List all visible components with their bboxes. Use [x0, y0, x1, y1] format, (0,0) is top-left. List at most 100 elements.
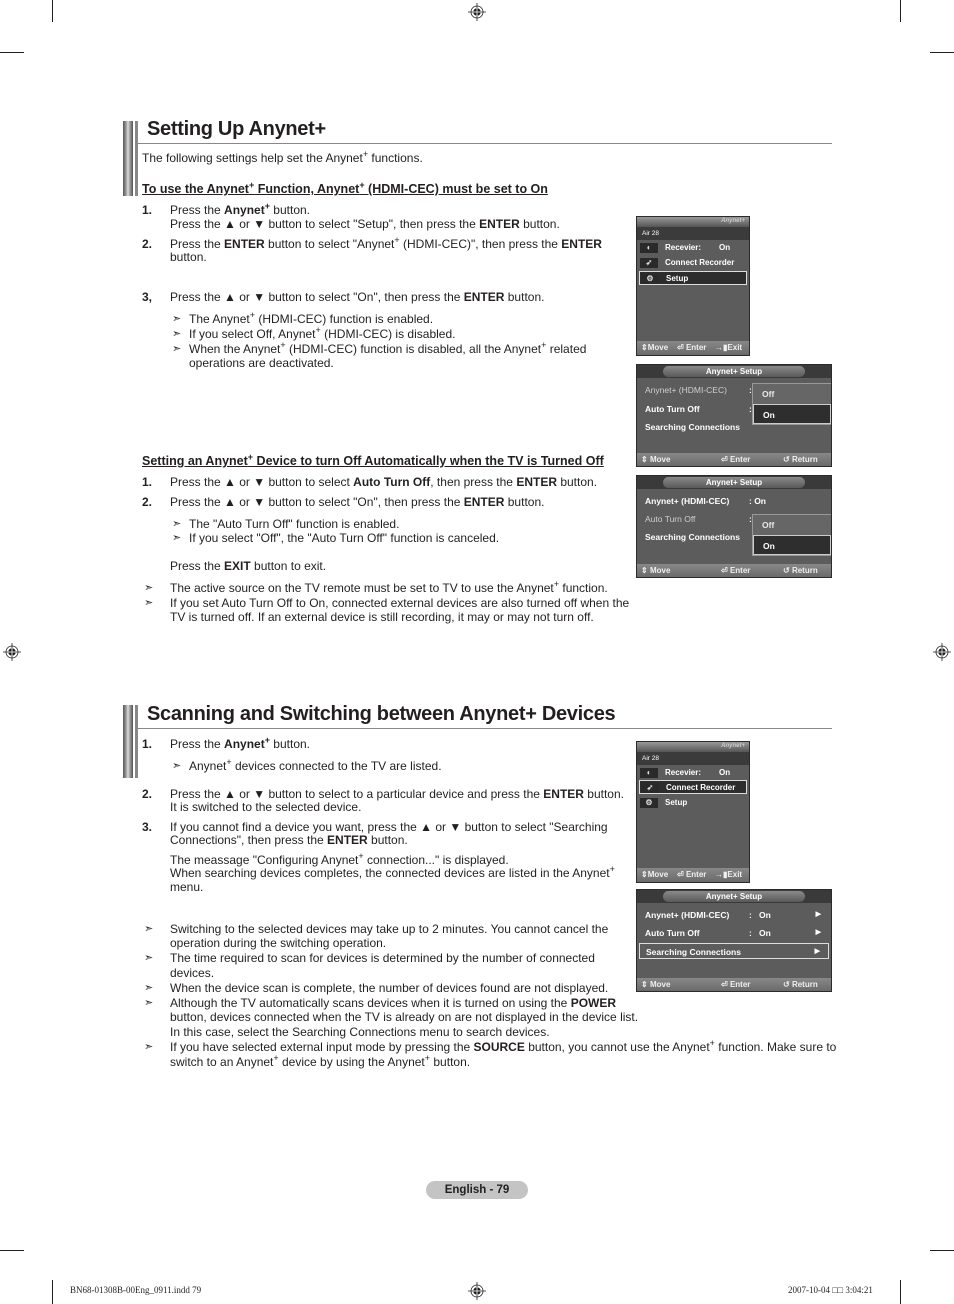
note-arrow-icon: ➣: [172, 328, 182, 340]
tip-text: In this case, select the Searching Conne…: [170, 1025, 550, 1039]
option-on[interactable]: On: [753, 535, 831, 555]
step-number: 3,: [142, 290, 153, 304]
tip-text: When the device scan is complete, the nu…: [170, 981, 609, 995]
note-text: Anynet+ devices connected to the TV are …: [189, 757, 442, 774]
setup-header: Anynet+ Setup: [637, 890, 831, 903]
crop-mark: [930, 52, 954, 53]
option-off[interactable]: Off: [753, 384, 831, 404]
tv-anynet-menu-setup: Anynet+ Air 28 ◐ Recevier: On ➶ Connect Rec…: [636, 216, 750, 356]
anynet-logo: Anynet+: [721, 743, 745, 749]
subheading-anynet-on: To use the Anynet+ Function, Anynet+ (HD…: [142, 179, 548, 196]
setup-footer: ⇕ Move ⏎ Enter ↺ Return: [637, 564, 831, 577]
note-text: operations are deactivated.: [189, 356, 334, 370]
note-text: When the Anynet+ (HDMI-CEC) function is …: [189, 340, 587, 357]
tip-arrow-icon: ➣: [144, 597, 154, 609]
crop-mark: [0, 1250, 24, 1251]
return-hint: ↺ Return: [783, 566, 818, 575]
registration-mark-icon: [468, 3, 486, 21]
section-bar: [123, 121, 138, 196]
recorder-icon: ➶: [641, 783, 659, 793]
note-arrow-icon: ➣: [172, 532, 182, 544]
step-text: When searching devices completes, the co…: [170, 864, 615, 881]
exit-instruction: Press the EXIT button to exit.: [170, 559, 327, 573]
move-hint: ⇕ Move: [641, 980, 671, 989]
crop-mark: [52, 1280, 53, 1304]
menu-item-setup[interactable]: ⚙ Setup: [639, 796, 747, 810]
section-title: Scanning and Switching between Anynet+ D…: [147, 703, 616, 725]
tip-text: Although the TV automatically scans devi…: [170, 996, 617, 1010]
step-text: The meassage "Configuring Anynet+ connec…: [170, 851, 509, 868]
crop-mark: [0, 52, 24, 53]
move-hint: ⇕Move: [641, 343, 669, 352]
section-rule: [138, 728, 832, 729]
step-text: Press the Anynet+ button.: [170, 735, 310, 752]
chevron-right-icon: ▶: [814, 948, 820, 955]
move-hint: ⇕ Move: [641, 455, 671, 464]
tip-arrow-icon: ➣: [144, 923, 154, 935]
setup-row-hdmi-cec[interactable]: Anynet+ (HDMI-CEC): On ▶: [639, 907, 829, 923]
option-on[interactable]: On: [753, 404, 831, 424]
menu-item-connect-recorder[interactable]: ➶ Connect Recorder: [639, 780, 747, 794]
option-popup: Off On: [752, 514, 831, 556]
crop-mark: [900, 0, 901, 22]
setup-footer: ⇕ Move ⏎ Enter ↺ Return: [637, 978, 831, 991]
step-text: Press the ENTER button to select "Anynet…: [170, 235, 602, 252]
step-text: If you cannot find a device you want, pr…: [170, 820, 608, 834]
crop-mark: [52, 0, 53, 22]
tip-text: operation during the switching operation…: [170, 936, 387, 950]
exit-hint: →▮Exit: [715, 870, 743, 879]
tip-arrow-icon: ➣: [144, 952, 154, 964]
enter-hint: ⏎ Enter: [721, 566, 751, 575]
note-text: If you select Off, Anynet+ (HDMI-CEC) is…: [189, 325, 456, 342]
setup-gear-icon: ⚙: [640, 798, 658, 808]
step-text: It is switched to the selected device.: [170, 800, 362, 814]
crop-mark: [930, 1250, 954, 1251]
setup-footer: ⇕ Move ⏎ Enter ↺ Return: [637, 453, 831, 466]
menu-item-receiver[interactable]: ◐ Recevier: On: [639, 241, 747, 255]
setup-row-hdmi-cec[interactable]: Anynet+ (HDMI-CEC): On: [639, 493, 829, 509]
enter-hint: ⏎ Enter: [721, 455, 751, 464]
tv-anynet-setup-searching: Anynet+ Setup Anynet+ (HDMI-CEC): On ▶ Aut…: [636, 889, 832, 992]
tip-text: If you have selected external input mode…: [170, 1038, 837, 1055]
menu-item-connect-recorder[interactable]: ➶ Connect Recorder: [639, 256, 747, 270]
option-off[interactable]: Off: [753, 515, 831, 535]
channel-label: Air 28: [637, 752, 749, 765]
note-text: The "Auto Turn Off" function is enabled.: [189, 517, 400, 531]
tv-footer: ⇕Move ⏎ Enter →▮Exit: [637, 868, 749, 882]
tv-anynet-menu-connect-recorder: Anynet+ Air 28 ◐ Recevier: On ➶ Connect Rec…: [636, 741, 750, 883]
tv-footer: ⇕Move ⏎ Enter →▮Exit: [637, 341, 749, 355]
setup-gear-icon: ⚙: [641, 274, 659, 284]
step-text: Press the ▲ or ▼ button to select "On", …: [170, 495, 545, 509]
setup-header: Anynet+ Setup: [637, 365, 831, 378]
section-title: Setting Up Anynet+: [147, 118, 326, 140]
anynet-logo: Anynet+: [721, 218, 745, 224]
menu-item-receiver[interactable]: ◐ Recevier: On: [639, 766, 747, 780]
note-arrow-icon: ➣: [172, 313, 182, 325]
channel-label: Air 28: [637, 227, 749, 240]
note-arrow-icon: ➣: [172, 343, 182, 355]
step-text: Press the Anynet+ button.: [170, 201, 310, 218]
tv-top-bar: Anynet+: [637, 217, 749, 227]
chevron-right-icon: ▶: [815, 911, 821, 918]
tv-anynet-setup-auto-turn-off: Anynet+ Setup Anynet+ (HDMI-CEC): On Aut…: [636, 475, 832, 578]
date-slug: 2007-10-04 □□ 3:04:21: [788, 1285, 873, 1295]
exit-hint: →▮Exit: [715, 343, 743, 352]
subheading-auto-turn-off: Setting an Anynet+ Device to turn Off Au…: [142, 451, 604, 468]
tip-arrow-icon: ➣: [144, 582, 154, 594]
step-text: Press the ▲ or ▼ button to select "On", …: [170, 290, 545, 304]
recorder-icon: ➶: [640, 258, 658, 268]
intro-text: The following settings help set the Anyn…: [142, 149, 423, 166]
menu-item-setup[interactable]: ⚙ Setup: [639, 271, 747, 285]
step-number: 1.: [142, 737, 153, 751]
setup-row-searching[interactable]: Searching Connections ▶: [639, 943, 829, 959]
file-slug: BN68-01308B-00Eng_0911.indd 79: [70, 1285, 202, 1295]
return-hint: ↺ Return: [783, 980, 818, 989]
step-text: button.: [170, 250, 207, 264]
step-text: Press the ▲ or ▼ button to select "Setup…: [170, 217, 560, 231]
tv-anynet-setup-hdmi-cec: Anynet+ Setup Anynet+ (HDMI-CEC): Auto T…: [636, 364, 832, 467]
setup-row-auto-turn-off[interactable]: Auto Turn Off: On ▶: [639, 925, 829, 941]
enter-hint: ⏎ Enter: [721, 980, 751, 989]
note-arrow-icon: ➣: [172, 760, 182, 772]
step-number: 2.: [142, 237, 153, 251]
step-text: Press the ▲ or ▼ button to select Auto T…: [170, 475, 598, 489]
